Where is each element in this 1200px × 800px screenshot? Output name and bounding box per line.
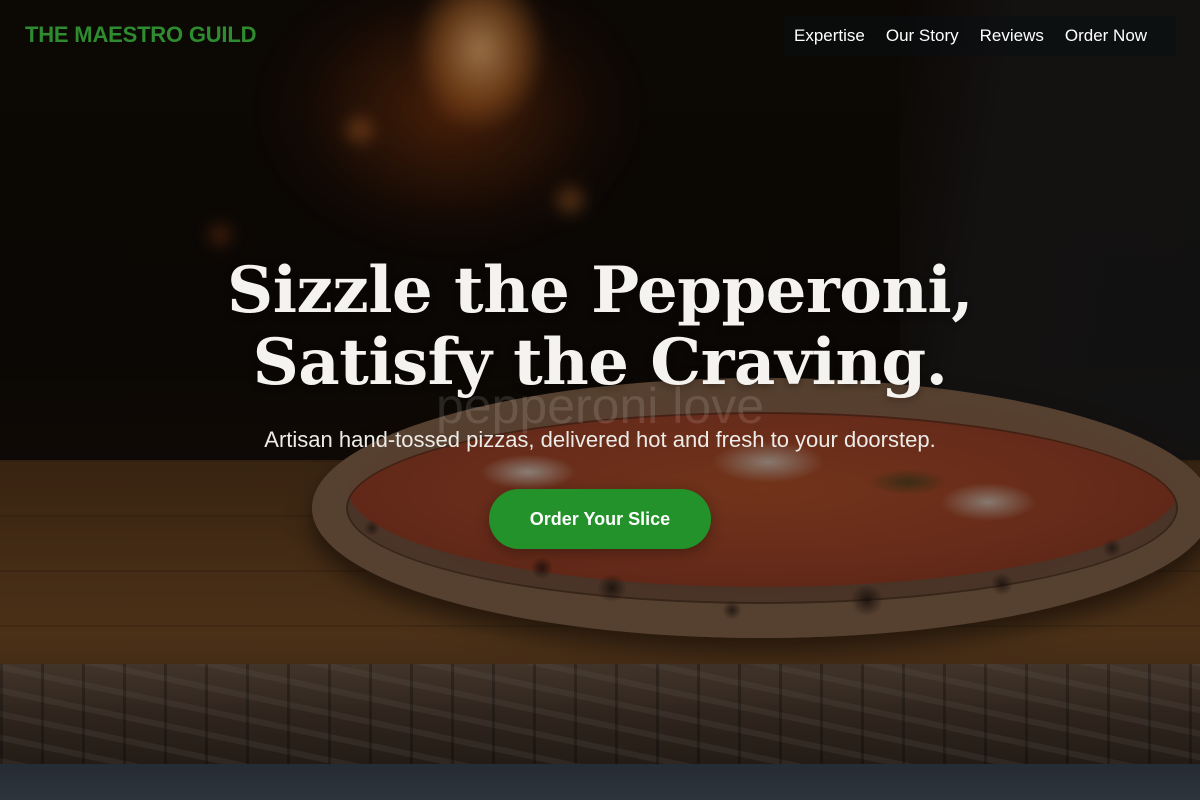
nav-links: Expertise Our Story Reviews Order Now bbox=[784, 16, 1176, 56]
hero-content: pepperoni love Sizzle the Pepperoni, Sat… bbox=[0, 255, 1200, 549]
order-your-slice-button[interactable]: Order Your Slice bbox=[489, 489, 711, 549]
nav-link-reviews[interactable]: Reviews bbox=[980, 26, 1044, 46]
hero-headline-line-2: Satisfy the Craving. bbox=[252, 325, 948, 400]
hero-headline-line-1: Sizzle the Pepperoni, bbox=[227, 253, 974, 328]
brand-logo[interactable]: THE MAESTRO GUILD bbox=[25, 22, 256, 48]
hero-section: THE MAESTRO GUILD Expertise Our Story Re… bbox=[0, 0, 1200, 800]
nav-link-order-now[interactable]: Order Now bbox=[1065, 26, 1147, 46]
top-nav: THE MAESTRO GUILD Expertise Our Story Re… bbox=[0, 0, 1200, 72]
hero-headline: Sizzle the Pepperoni, Satisfy the Cravin… bbox=[0, 255, 1200, 399]
nav-link-our-story[interactable]: Our Story bbox=[886, 26, 959, 46]
nav-link-expertise[interactable]: Expertise bbox=[794, 26, 865, 46]
hero-subtitle: Artisan hand-tossed pizzas, delivered ho… bbox=[264, 427, 936, 452]
